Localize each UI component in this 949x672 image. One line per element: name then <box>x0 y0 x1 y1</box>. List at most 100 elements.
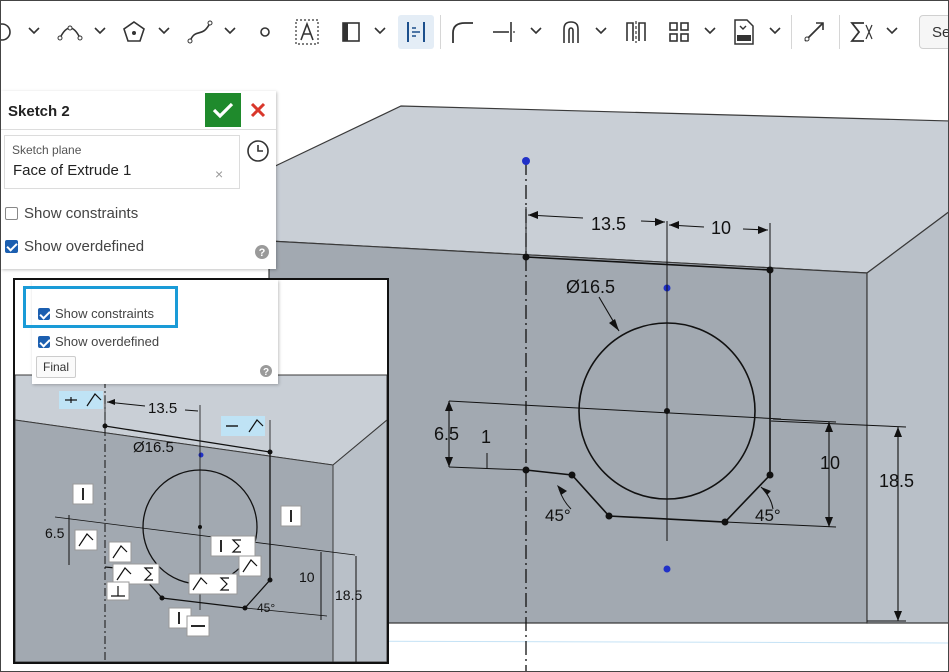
close-icon <box>250 102 266 118</box>
dimension-label[interactable]: 18.5 <box>879 471 914 491</box>
point-icon <box>260 27 270 37</box>
chevron-down-icon[interactable] <box>157 23 171 37</box>
show-constraints-option[interactable]: Show constraints <box>5 205 138 222</box>
constraint-badge[interactable] <box>221 416 265 436</box>
help-icon: ? <box>255 245 269 259</box>
trim-tool-button[interactable] <box>489 15 521 49</box>
show-overdefined-checkbox[interactable] <box>5 240 18 253</box>
inset-show-overdefined-label: Show overdefined <box>55 334 160 349</box>
final-button[interactable]: Final <box>36 356 77 378</box>
sketch-point[interactable] <box>663 565 671 573</box>
accept-button[interactable] <box>205 93 241 127</box>
sketch-plane-field[interactable]: Sketch plane Face of Extrude 1 × <box>4 135 240 189</box>
offset-tool-button[interactable] <box>556 15 586 49</box>
callout-highlight <box>23 286 178 328</box>
help-icon: ? <box>260 365 272 378</box>
diameter-label[interactable]: Ø16.5 <box>566 277 615 297</box>
sketch-point[interactable] <box>522 157 530 165</box>
clock-icon <box>247 140 269 162</box>
svg-text:?: ? <box>263 367 269 378</box>
constraint-badge[interactable] <box>106 581 130 601</box>
show-overdefined-label: Show overdefined <box>24 238 145 255</box>
svg-text:?: ? <box>259 247 266 259</box>
chevron-down-icon[interactable] <box>93 23 107 37</box>
show-constraints-label: Show constraints <box>24 205 139 222</box>
dxf-import-button[interactable] <box>728 15 760 49</box>
constraint-badge[interactable] <box>186 615 210 637</box>
constraint-badge[interactable] <box>112 563 160 585</box>
fillet-tool-button[interactable] <box>447 15 477 49</box>
arc-tool-button[interactable] <box>1 15 17 49</box>
dimension-label: 10 <box>299 569 315 585</box>
chevron-down-icon[interactable] <box>703 23 717 37</box>
transform-tool-button[interactable] <box>798 15 830 49</box>
arc-icon <box>1 23 11 41</box>
three-point-arc-button[interactable] <box>55 15 85 49</box>
vertical-constraint-badge[interactable] <box>280 505 302 527</box>
constraint-badge[interactable] <box>210 535 256 557</box>
inset-show-overdefined-checkbox[interactable] <box>38 335 50 348</box>
sketch-plane-label: Sketch plane <box>12 143 82 157</box>
diameter-label: Ø16.5 <box>133 439 174 456</box>
clear-icon[interactable]: × <box>215 166 223 182</box>
dimension-label: 18.5 <box>335 587 362 603</box>
chevron-down-icon[interactable] <box>885 23 899 37</box>
help-button[interactable]: ? <box>259 364 273 383</box>
constraint-badge[interactable] <box>238 555 262 577</box>
spline-tool-button[interactable] <box>184 15 216 49</box>
dimension-label: 13.5 <box>148 400 177 417</box>
dimension-label: 6.5 <box>45 525 65 541</box>
chevron-down-icon[interactable] <box>529 23 543 37</box>
point-tool-button[interactable] <box>253 15 277 49</box>
dimension-label[interactable]: 6.5 <box>434 424 459 444</box>
cancel-button[interactable] <box>247 99 269 121</box>
constraint-badge[interactable] <box>108 541 132 563</box>
dimension-label[interactable]: 1 <box>481 427 491 447</box>
sum-constraints-button[interactable] <box>846 15 876 49</box>
construction-tool-button[interactable] <box>336 15 366 49</box>
dimension-label[interactable]: 10 <box>820 453 840 473</box>
application-window: Se 13.5 10 Ø16.5 6.5 1 10 18.5 45° 45° S… <box>0 0 949 672</box>
mirror-tool-button[interactable] <box>620 15 652 49</box>
fillet-icon <box>452 22 473 43</box>
chevron-down-icon[interactable] <box>594 23 608 37</box>
dimension-icon <box>407 22 425 42</box>
panel-title: Sketch 2 <box>8 103 70 120</box>
spline-icon <box>187 20 213 44</box>
dimension-label[interactable]: 13.5 <box>591 214 626 234</box>
constraint-badge[interactable] <box>59 391 103 409</box>
sketch-plane-value: Face of Extrude 1 <box>13 162 132 179</box>
chevron-down-icon[interactable] <box>373 23 387 37</box>
chevron-down-icon[interactable] <box>768 23 782 37</box>
dimension-label[interactable]: 10 <box>711 218 731 238</box>
show-overdefined-option[interactable]: Show overdefined <box>5 238 144 255</box>
checkmark-icon <box>212 102 234 119</box>
constraint-badge[interactable] <box>188 573 238 595</box>
constraint-badge[interactable] <box>74 529 98 551</box>
polygon-icon <box>123 21 145 42</box>
text-tool-button[interactable] <box>291 15 323 49</box>
help-button[interactable]: ? <box>254 244 270 265</box>
polygon-tool-button[interactable] <box>119 15 149 49</box>
construction-icon <box>342 22 360 42</box>
mirror-icon <box>626 21 646 43</box>
pattern-icon <box>669 22 689 42</box>
offset-icon <box>563 21 579 43</box>
dimension-tool-button[interactable] <box>398 15 434 49</box>
pattern-tool-button[interactable] <box>663 15 695 49</box>
angle-label[interactable]: 45° <box>755 506 781 525</box>
side-face[interactable] <box>866 211 949 624</box>
chevron-down-icon[interactable] <box>27 23 41 37</box>
show-constraints-checkbox[interactable] <box>5 207 18 220</box>
trim-icon <box>493 22 517 42</box>
inset-zoom-view: 13.5 Ø16.5 6.5 10 18.5 45° Show constrai… <box>13 278 389 664</box>
history-button[interactable] <box>246 139 270 168</box>
angle-label[interactable]: 45° <box>545 506 571 525</box>
plane-outline <box>300 640 948 644</box>
transform-icon <box>804 22 824 42</box>
inset-show-overdefined-option[interactable]: Show overdefined <box>38 334 159 349</box>
vertical-constraint-badge[interactable] <box>72 483 94 505</box>
chevron-down-icon[interactable] <box>223 23 237 37</box>
sketch-feature-panel: Sketch 2 Sketch plane Face of Extrude 1 … <box>1 91 276 269</box>
search-button[interactable]: Se <box>919 15 948 49</box>
